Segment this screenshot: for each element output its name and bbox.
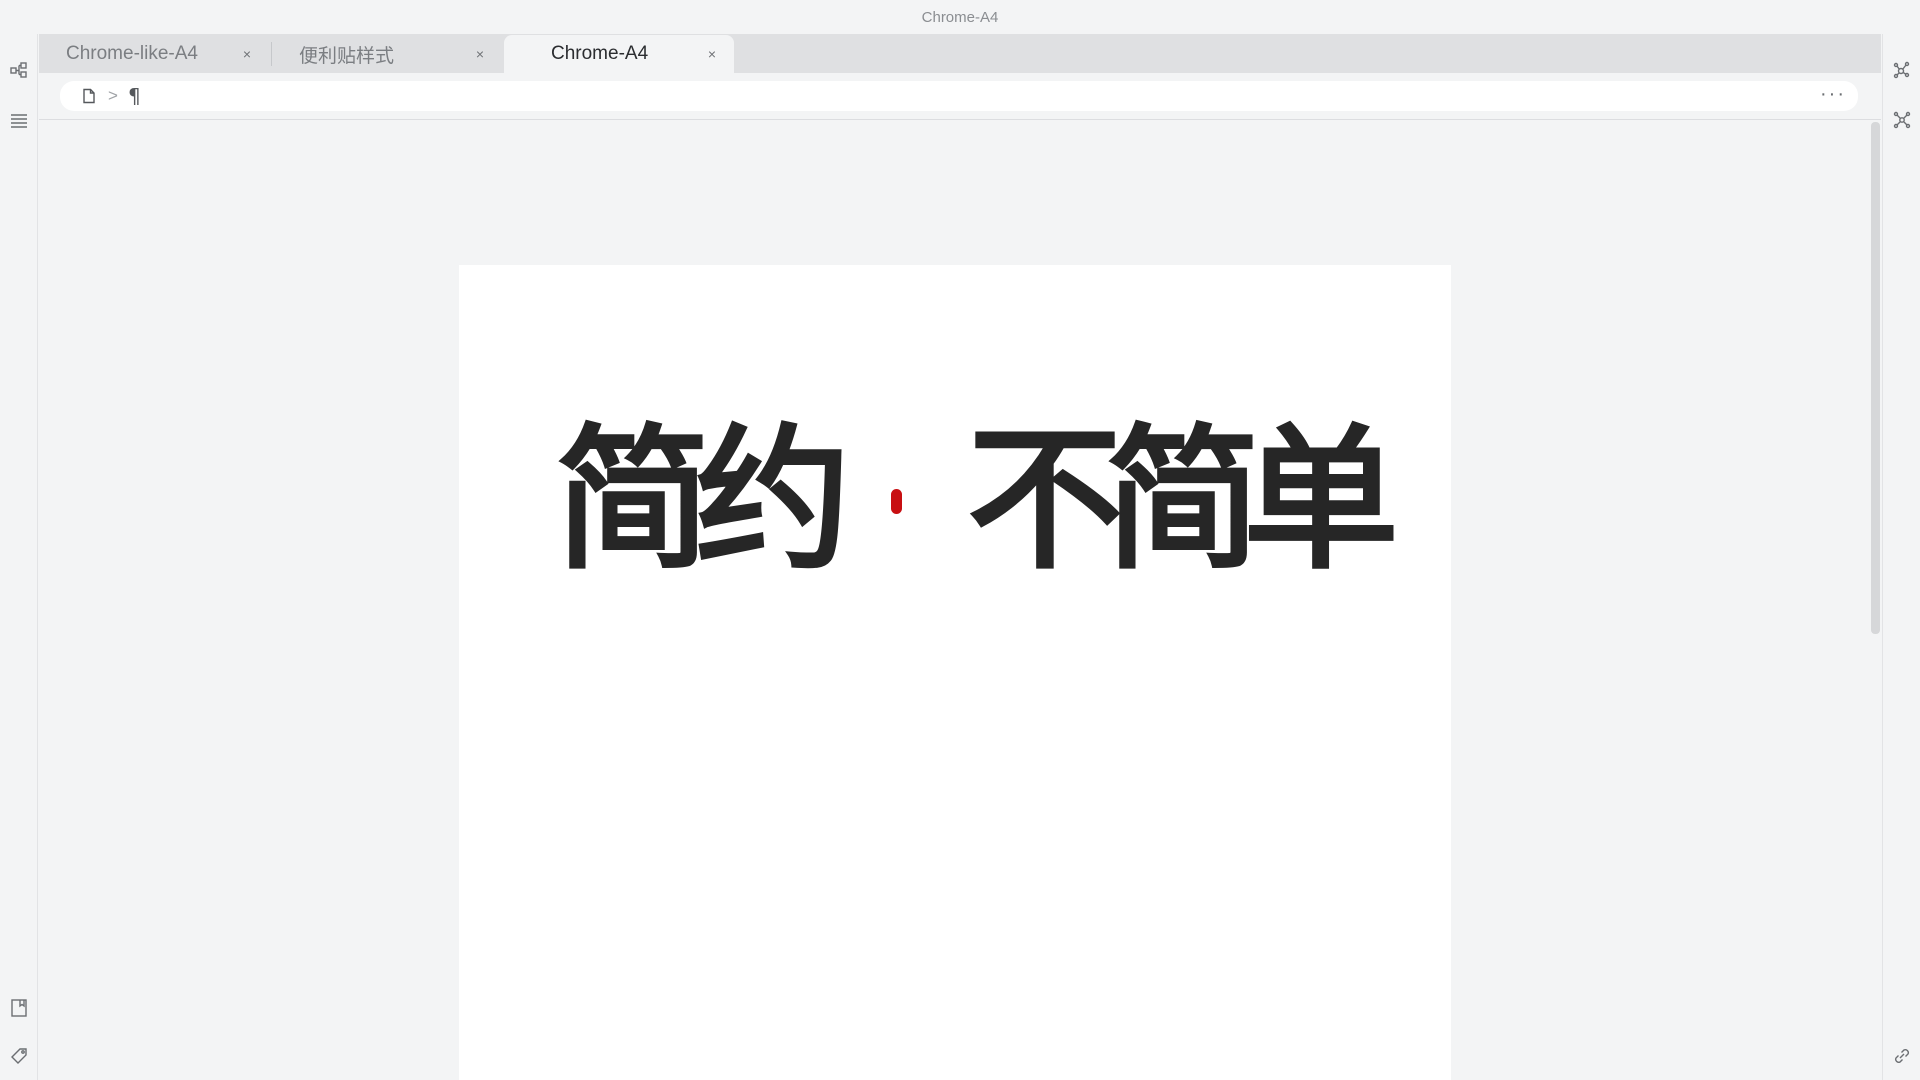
outline-tree-icon[interactable] <box>7 58 31 82</box>
breadcrumb: > ¶ ··· <box>60 81 1858 111</box>
headline-char: 简 <box>555 409 711 591</box>
document-page[interactable]: 简 约 不 简 单 <box>459 265 1451 1080</box>
vertical-scrollbar[interactable] <box>1871 122 1880 634</box>
close-icon[interactable]: × <box>472 46 488 62</box>
tab-chrome-like-a4[interactable]: Chrome-like-A4 × <box>39 35 269 73</box>
window-title: Chrome-A4 <box>0 0 1920 34</box>
file-icon[interactable] <box>80 87 98 105</box>
tag-icon[interactable] <box>7 1044 31 1068</box>
tab-label: 便利贴样式 <box>299 45 395 67</box>
link-icon[interactable] <box>1890 1044 1914 1068</box>
headline-char: 不 <box>967 409 1123 591</box>
tab-sticky-note-style[interactable]: 便利贴样式 × <box>272 35 502 73</box>
editor-area[interactable]: 简 约 不 简 单 <box>39 120 1881 1080</box>
close-icon[interactable]: × <box>704 46 720 62</box>
graph-icon[interactable] <box>1890 58 1914 82</box>
tab-chrome-a4[interactable]: Chrome-A4 × <box>504 35 734 73</box>
bookmark-icon[interactable] <box>7 996 31 1020</box>
close-icon[interactable]: × <box>239 46 255 62</box>
headline-char: 约 <box>695 409 851 591</box>
global-graph-icon[interactable] <box>1890 108 1914 132</box>
more-options-button[interactable]: ··· <box>1820 84 1846 104</box>
headline-char: 单 <box>1243 409 1399 591</box>
tab-bar: Chrome-like-A4 × 便利贴样式 × Chrome-A4 × <box>39 34 1881 73</box>
tab-label: Chrome-A4 <box>551 43 649 64</box>
window-title-text: Chrome-A4 <box>921 8 999 26</box>
separator-dot <box>891 489 902 514</box>
left-sidebar-rail <box>0 34 38 1080</box>
paragraph-icon[interactable]: ¶ <box>128 84 141 108</box>
breadcrumb-separator: > <box>108 86 118 105</box>
list-icon[interactable] <box>7 108 31 132</box>
tab-label: Chrome-like-A4 <box>66 43 198 64</box>
headline-char: 简 <box>1105 409 1261 591</box>
right-sidebar-rail <box>1882 34 1920 1080</box>
document-headline: 简 约 不 简 单 <box>459 409 1451 591</box>
